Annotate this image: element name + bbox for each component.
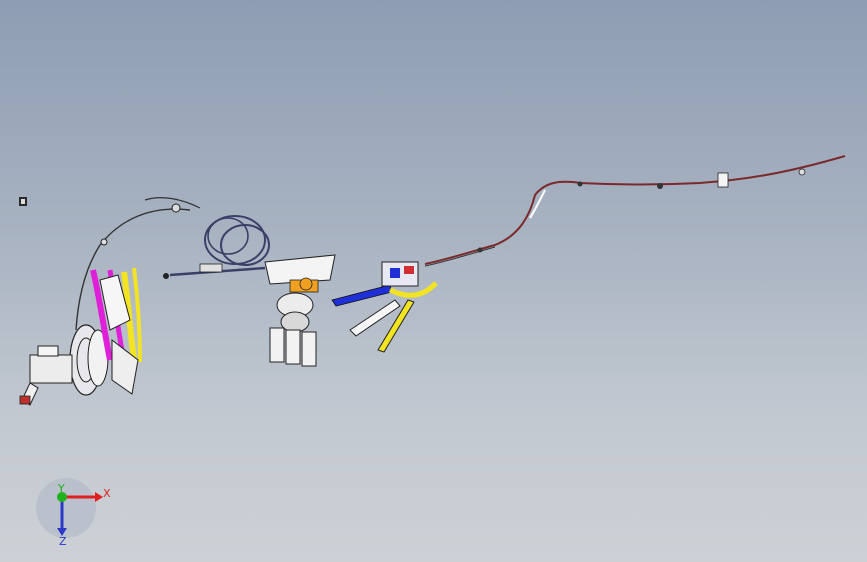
assembly-view[interactable]: X Y Z [0, 0, 867, 562]
pedal-assembly[interactable] [19, 197, 201, 406]
shifter-housing[interactable] [264, 254, 336, 367]
x-axis-label: X [103, 487, 111, 500]
parking-brake-cable[interactable] [424, 155, 846, 267]
small-fastener-part[interactable] [19, 197, 27, 206]
cad-viewport[interactable]: X Y Z [0, 0, 867, 562]
handbrake-lever[interactable] [331, 261, 438, 353]
orientation-triad: X Y Z [36, 478, 111, 548]
z-axis-label: Z [59, 535, 67, 548]
y-axis-label: Y [57, 482, 65, 495]
shift-cable-coil[interactable] [163, 215, 270, 279]
